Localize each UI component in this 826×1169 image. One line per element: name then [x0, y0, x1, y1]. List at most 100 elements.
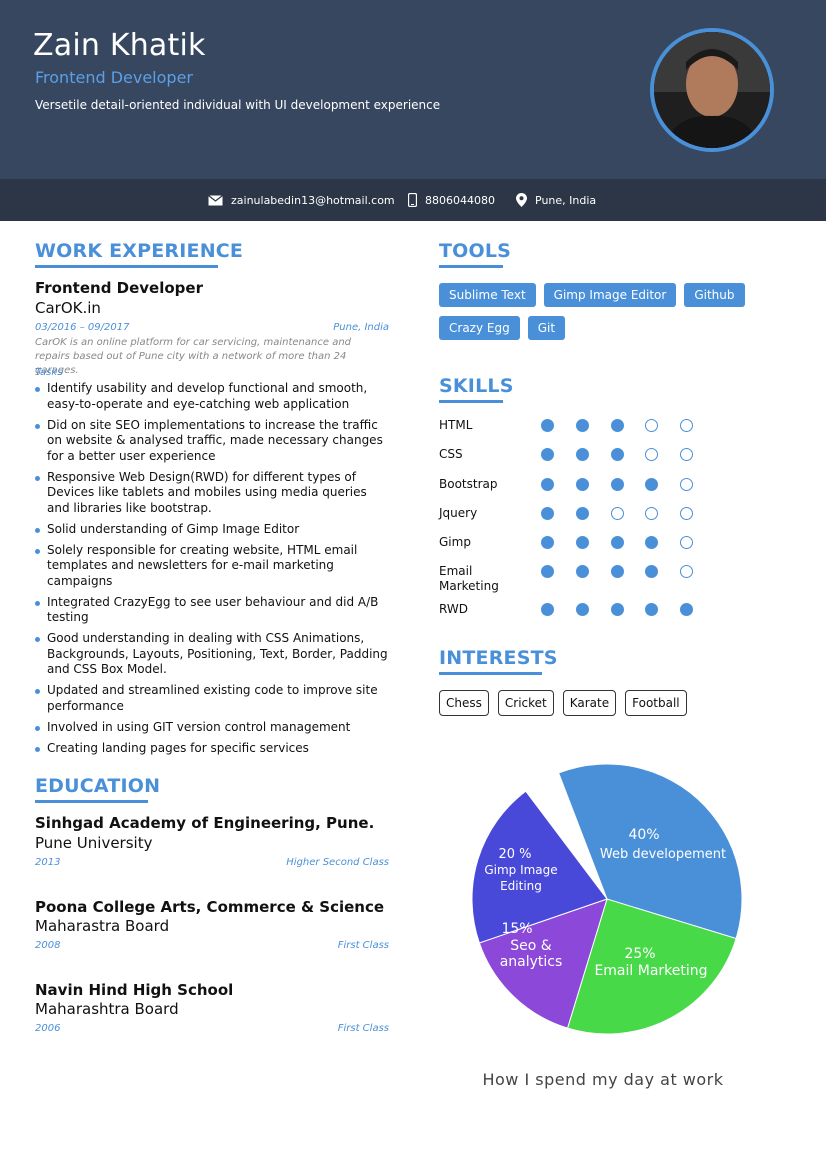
skill-name: RWD: [439, 602, 468, 616]
education-grade: Higher Second Class: [286, 857, 389, 868]
tool-tag: Sublime Text: [439, 283, 536, 307]
section-underline: [439, 265, 503, 268]
task-item: Creating landing pages for specific serv…: [35, 741, 389, 757]
skill-dot-filled: [644, 565, 658, 578]
time-pie-chart: 40% Web developement 25% Email Marketing 15%…: [466, 758, 748, 1040]
pie-slice-label: Web developement: [600, 847, 726, 862]
candidate-name: Zain Khatik: [33, 28, 206, 63]
skill-dot-filled: [610, 478, 624, 491]
skill-dot-filled: [575, 478, 589, 491]
interest-tag: Chess: [439, 690, 489, 716]
job-location: Pune, India: [333, 322, 389, 333]
skill-name: Email Marketing: [439, 564, 499, 593]
skill-dot-empty: [679, 419, 693, 432]
interest-tag: Football: [625, 690, 687, 716]
skill-dot-filled: [644, 603, 658, 616]
pie-slice-label: Email Marketing: [594, 963, 707, 979]
skill-name: CSS: [439, 447, 463, 461]
skill-dot-empty: [679, 565, 693, 578]
education-section-label: EDUCATION: [35, 775, 161, 797]
skill-dot-filled: [540, 507, 554, 520]
skill-dot-filled: [679, 603, 693, 616]
map-pin-icon: [516, 193, 527, 207]
resume-header: Zain Khatik Frontend Developer Versetile…: [0, 0, 826, 179]
education-grade: First Class: [337, 1023, 389, 1034]
pie-slice-label: Editing: [500, 879, 542, 893]
skill-dot-filled: [540, 448, 554, 461]
interest-tag: Cricket: [497, 690, 554, 716]
job-meta: 03/2016 – 09/2017 Pune, India: [35, 322, 389, 333]
phone-icon: [408, 193, 417, 207]
skill-row: Gimp: [439, 535, 719, 565]
task-item: Solid understanding of Gimp Image Editor: [35, 522, 389, 538]
education-board: Maharashtra Board: [35, 1000, 179, 1018]
pie-percent-label: 15%: [501, 921, 532, 937]
contact-bar: zainulabedin13@hotmail.com 8806044080 Pu…: [0, 179, 826, 221]
work-section-label: WORK EXPERIENCE: [35, 240, 244, 262]
skill-name: Bootstrap: [439, 477, 498, 491]
task-item: Responsive Web Design(RWD) for different…: [35, 470, 389, 517]
education-school: Poona College Arts, Commerce & Science: [35, 898, 385, 916]
skill-dot-filled: [644, 478, 658, 491]
pie-percent-label: 25%: [624, 946, 655, 962]
skill-dot-filled: [540, 536, 554, 549]
skill-dot-filled: [575, 419, 589, 432]
interests-section-title: INTERESTS: [439, 647, 558, 675]
skill-dot-filled: [610, 419, 624, 432]
section-underline: [439, 672, 542, 675]
education-grade: First Class: [337, 940, 389, 951]
pie-chart-svg: 40% Web developement 25%Email Marketing 15%…: [471, 763, 743, 1035]
chart-title: How I spend my day at work: [482, 1070, 724, 1089]
skill-dot-filled: [575, 536, 589, 549]
tasks-label: Tasks: [35, 367, 63, 378]
skill-dot-filled: [575, 448, 589, 461]
education-school: Navin Hind High School: [35, 981, 234, 999]
task-item: Did on site SEO implementations to incre…: [35, 418, 389, 465]
interests-list: Chess Cricket Karate Football: [439, 690, 687, 716]
task-item: Solely responsible for creating website,…: [35, 543, 389, 590]
section-underline: [35, 800, 148, 803]
skill-dot-filled: [540, 603, 554, 616]
skill-dot-filled: [610, 603, 624, 616]
task-item: Updated and streamlined existing code to…: [35, 683, 389, 714]
task-item: Good understanding in dealing with CSS A…: [35, 631, 389, 678]
task-item: Involved in using GIT version control ma…: [35, 720, 389, 736]
skills-section-label: SKILLS: [439, 375, 514, 397]
interests-section-label: INTERESTS: [439, 647, 558, 669]
section-underline: [35, 265, 218, 268]
education-year: 2013: [35, 857, 61, 868]
skill-dot-filled: [610, 448, 624, 461]
interest-tag: Karate: [562, 690, 617, 716]
phone-text: 8806044080: [425, 193, 495, 207]
contact-phone[interactable]: 8806044080: [408, 191, 495, 209]
task-item: Integrated CrazyEgg to see user behaviou…: [35, 595, 389, 626]
skill-dot-filled: [610, 536, 624, 549]
tools-section-label: TOOLS: [439, 240, 512, 262]
email-text: zainulabedin13@hotmail.com: [231, 193, 395, 207]
section-underline: [439, 400, 503, 403]
skill-row: RWD: [439, 602, 719, 632]
education-school: Sinhgad Academy of Engineering, Pune.: [35, 814, 375, 832]
job-title: Frontend Developer: [35, 279, 203, 297]
skill-dot-empty: [679, 478, 693, 491]
skills-section-title: SKILLS: [439, 375, 514, 403]
skill-row: Bootstrap: [439, 477, 719, 507]
tasks-list: Identify usability and develop functiona…: [35, 381, 389, 762]
skill-dot-empty: [679, 507, 693, 520]
company-description: CarOK is an online platform for car serv…: [35, 337, 352, 376]
skill-row: Jquery: [439, 506, 719, 536]
tool-tag: Gimp Image Editor: [543, 283, 677, 307]
contact-email[interactable]: zainulabedin13@hotmail.com: [208, 191, 395, 209]
skill-dot-filled: [540, 565, 554, 578]
skill-dot-empty: [644, 419, 658, 432]
skill-dot-filled: [575, 603, 589, 616]
pie-percent-label: 20 %: [498, 847, 531, 862]
skill-row: HTML: [439, 418, 719, 448]
contact-location: Pune, India: [516, 191, 596, 209]
skill-dot-empty: [610, 507, 624, 520]
avatar: [650, 28, 774, 152]
skill-dot-empty: [644, 448, 658, 461]
skill-dot-empty: [679, 448, 693, 461]
task-item: Identify usability and develop functiona…: [35, 381, 389, 412]
tool-tag: Git: [527, 316, 566, 340]
